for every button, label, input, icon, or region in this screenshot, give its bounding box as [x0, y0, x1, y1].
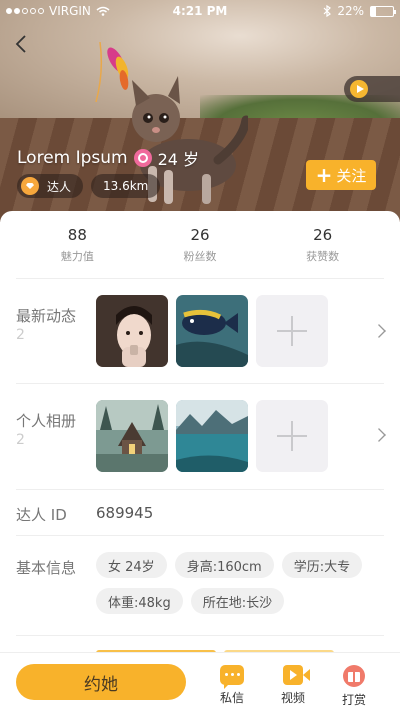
battery-percent: 22% — [337, 4, 364, 18]
talent-id-value: 689945 — [96, 504, 154, 522]
back-arrow-icon[interactable] — [10, 32, 34, 56]
message-button[interactable]: 私信 — [212, 665, 252, 706]
carrier-name: VIRGIN — [49, 4, 91, 18]
stat-value: 26 — [313, 225, 333, 244]
stat-label: 粉丝数 — [183, 249, 217, 263]
stats-row: 88 魅力值 26 粉丝数 26 获赞数 — [16, 211, 384, 279]
info-chip: 身高:160cm — [174, 552, 274, 578]
basic-info-chips: 女 24岁 身高:160cm 学历:大专 体重:48kg 所在地:长沙 — [96, 552, 386, 614]
stat-value: 26 — [190, 225, 210, 244]
bottom-action-bar: 约她 私信 视频 打赏 — [0, 652, 400, 711]
message-icon — [220, 665, 244, 689]
stat-label: 获赞数 — [306, 249, 340, 263]
stat-label: 魅力值 — [60, 249, 94, 263]
talent-id-label: 达人 ID — [16, 506, 67, 524]
tip-label: 打赏 — [341, 693, 366, 707]
stat-likes[interactable]: 26 获赞数 — [261, 211, 384, 278]
moments-title: 最新动态 — [16, 307, 77, 325]
talent-tag: 达人 — [17, 174, 84, 198]
album-photo[interactable] — [96, 400, 168, 472]
cabin-photo-image — [96, 400, 168, 472]
moments-thumbnails — [96, 295, 328, 367]
video-button[interactable]: 视频 — [273, 665, 313, 706]
date-her-button[interactable]: 约她 — [16, 664, 186, 700]
play-icon — [350, 80, 368, 98]
basic-info-label: 基本信息 — [16, 559, 77, 577]
album-section[interactable]: 个人相册 2 — [16, 384, 386, 490]
stat-fans[interactable]: 26 粉丝数 — [139, 211, 262, 278]
battery-fill — [371, 6, 376, 16]
follow-button[interactable]: + 关注 — [306, 160, 376, 190]
basic-info-section: 基本信息 女 24岁 身高:160cm 学历:大专 体重:48kg 所在地:长沙 — [16, 536, 384, 636]
status-right: 22% — [323, 4, 396, 18]
diamond-icon — [21, 177, 39, 195]
female-icon — [133, 149, 152, 167]
moments-count: 2 — [16, 327, 25, 343]
battery-icon — [370, 5, 396, 17]
album-photo[interactable] — [176, 400, 248, 472]
stat-value: 88 — [67, 225, 87, 244]
play-video-button[interactable] — [344, 76, 400, 102]
add-album-photo-button[interactable] — [256, 400, 328, 472]
album-thumbnails — [96, 400, 328, 472]
album-count: 2 — [16, 432, 25, 448]
chevron-right-icon — [372, 324, 386, 338]
status-bar: VIRGIN 4:21 PM 22% — [0, 0, 400, 22]
portrait-photo-image — [96, 295, 168, 367]
chevron-right-icon — [372, 428, 386, 442]
plus-icon: + — [315, 163, 333, 187]
info-chip: 所在地:长沙 — [190, 588, 285, 614]
wifi-icon — [96, 6, 110, 16]
video-icon — [283, 665, 310, 685]
profile-tags: 达人 13.6km — [17, 174, 161, 198]
carrier-info: VIRGIN — [6, 4, 110, 18]
tip-button[interactable]: 打赏 — [334, 665, 374, 708]
signal-dots-icon — [6, 8, 44, 14]
moment-photo[interactable] — [176, 295, 248, 367]
profile-cover-photo: VIRGIN 4:21 PM 22% Lorem Ipsum 24 岁 达人 1… — [0, 0, 400, 222]
bluetooth-icon — [323, 5, 332, 17]
profile-name-row: Lorem Ipsum 24 岁 — [17, 146, 199, 170]
profile-screen: VIRGIN 4:21 PM 22% Lorem Ipsum 24 岁 达人 1… — [0, 0, 400, 711]
info-chip: 女 24岁 — [96, 552, 167, 578]
add-moment-button[interactable] — [256, 295, 328, 367]
profile-age: 24 岁 — [157, 150, 200, 169]
profile-card: 88 魅力值 26 粉丝数 26 获赞数 最新动态 2 个人相册 2 达人 ID… — [0, 211, 400, 656]
gift-icon — [343, 665, 365, 687]
fish-photo-image — [176, 295, 248, 367]
message-label: 私信 — [219, 691, 244, 705]
talent-tag-label: 达人 — [47, 179, 72, 194]
moment-photo[interactable] — [96, 295, 168, 367]
album-title: 个人相册 — [16, 412, 77, 430]
moments-section[interactable]: 最新动态 2 — [16, 279, 386, 384]
distance-tag: 13.6km — [91, 174, 161, 198]
talent-id-row: 达人 ID 689945 — [16, 490, 384, 536]
stat-charm[interactable]: 88 魅力值 — [16, 211, 139, 278]
follow-label: 关注 — [336, 166, 367, 185]
info-chip: 学历:大专 — [281, 552, 363, 578]
info-chip: 体重:48kg — [96, 588, 183, 614]
profile-name: Lorem Ipsum — [17, 148, 128, 168]
video-label: 视频 — [280, 691, 305, 705]
lake-photo-image — [176, 400, 248, 472]
